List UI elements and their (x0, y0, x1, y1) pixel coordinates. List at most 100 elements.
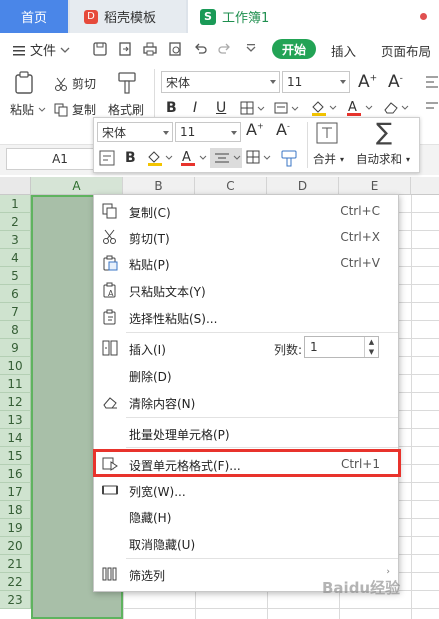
autosum-icon[interactable]: ∑ (376, 118, 392, 146)
row-header[interactable]: 20 (0, 537, 31, 555)
column-header-a[interactable]: A (31, 177, 123, 195)
menu-item-paste-special[interactable]: 选择性粘贴(S)... (94, 304, 398, 330)
border-icon[interactable] (240, 101, 266, 117)
svg-text:A: A (348, 100, 357, 115)
row-header[interactable]: 2 (0, 213, 31, 231)
menu-item-label: 清除内容(N) (129, 397, 196, 411)
print-icon[interactable] (143, 42, 157, 56)
copy-button[interactable]: 复制 (54, 101, 96, 118)
bold-button[interactable]: B (166, 100, 177, 116)
tab-workbook[interactable]: S 工作簿1 (188, 0, 439, 33)
caret-down-icon: ▾ (340, 154, 345, 164)
menu-item-column-width[interactable]: 列宽(W)... (94, 477, 398, 503)
row-header[interactable]: 3 (0, 231, 31, 249)
undo-icon[interactable] (193, 42, 207, 56)
row-header[interactable]: 16 (0, 465, 31, 483)
file-menu[interactable]: 文件 (12, 40, 70, 59)
merge-icon[interactable] (316, 122, 338, 144)
mini-border-icon[interactable] (246, 149, 274, 167)
mini-font-select[interactable]: 宋体 (97, 122, 173, 142)
export-icon[interactable] (118, 42, 132, 56)
column-count-stepper[interactable]: ▲ ▼ (364, 337, 378, 357)
cell-style-icon[interactable] (274, 101, 300, 117)
row-header[interactable]: 5 (0, 267, 31, 285)
row-header[interactable]: 12 (0, 393, 31, 411)
wrap-text-icon[interactable] (99, 150, 115, 166)
increase-font-icon[interactable]: A+ (246, 120, 264, 139)
row-header[interactable]: 10 (0, 357, 31, 375)
row-header[interactable]: 15 (0, 447, 31, 465)
fill-color-icon[interactable] (310, 99, 338, 117)
menu-item-paste[interactable]: 粘贴(P) Ctrl+V (94, 250, 398, 276)
tab-start[interactable]: 开始 (272, 39, 316, 59)
column-header-c[interactable]: C (195, 177, 267, 195)
row-header[interactable]: 1 (0, 195, 31, 213)
column-header-b[interactable]: B (123, 177, 195, 195)
underline-button[interactable]: U (216, 100, 226, 116)
mini-size-select[interactable]: 11 (175, 122, 241, 142)
select-all-corner[interactable] (0, 177, 31, 195)
menu-item-clear[interactable]: 清除内容(N) (94, 389, 398, 415)
menu-item-paste-text[interactable]: A 只粘贴文本(Y) (94, 277, 398, 303)
row-header[interactable]: 11 (0, 375, 31, 393)
menu-item-unhide[interactable]: 取消隐藏(U) (94, 530, 398, 556)
tab-page-layout[interactable]: 页面布局 (381, 41, 431, 60)
row-header[interactable]: 13 (0, 411, 31, 429)
menu-item-cut[interactable]: 剪切(T) Ctrl+X (94, 224, 398, 250)
row-header[interactable]: 7 (0, 303, 31, 321)
column-count-input[interactable]: 1 ▲ ▼ (304, 336, 379, 358)
font-family-value: 宋体 (166, 75, 191, 90)
format-painter-button[interactable]: 格式刷 (108, 101, 144, 118)
column-header-d[interactable]: D (267, 177, 339, 195)
row-header[interactable]: 21 (0, 555, 31, 573)
customize-icon[interactable] (244, 42, 258, 56)
decrease-font-icon[interactable]: A- (276, 120, 290, 139)
row-header[interactable]: 22 (0, 573, 31, 591)
merge-button[interactable]: 合并 ▾ (313, 151, 344, 167)
row-header[interactable]: 9 (0, 339, 31, 357)
mini-bold-button[interactable]: B (125, 150, 136, 166)
menu-item-hide[interactable]: 隐藏(H) (94, 503, 398, 529)
font-size-value: 11 (287, 75, 303, 89)
increase-font-icon[interactable]: A+ (358, 72, 377, 92)
menu-item-copy[interactable]: 复制(C) Ctrl+C (94, 198, 398, 224)
row-header[interactable]: 23 (0, 591, 31, 609)
row-header[interactable]: 6 (0, 285, 31, 303)
font-size-select[interactable]: 11 (282, 71, 350, 93)
row-header[interactable]: 8 (0, 321, 31, 339)
column-header-e[interactable]: E (339, 177, 411, 195)
column-header-f[interactable] (411, 177, 439, 195)
row-header[interactable]: 17 (0, 483, 31, 501)
paste-icon[interactable] (14, 71, 36, 95)
print-preview-icon[interactable] (168, 42, 182, 56)
tab-home[interactable]: 首页 (0, 0, 68, 33)
row-header[interactable]: 19 (0, 519, 31, 537)
tab-insert[interactable]: 插入 (331, 41, 356, 60)
format-painter-icon[interactable] (116, 71, 138, 95)
align-icon[interactable] (425, 75, 439, 115)
font-color-icon[interactable]: A (346, 99, 374, 117)
menu-item-batch[interactable]: 批量处理单元格(P) (94, 420, 398, 446)
row-header[interactable]: 14 (0, 429, 31, 447)
menu-item-delete[interactable]: 删除(D) (94, 362, 398, 388)
shortcut-label: Ctrl+V (340, 256, 380, 270)
decrease-font-icon[interactable]: A- (388, 72, 403, 92)
row-header[interactable]: 4 (0, 249, 31, 267)
paste-button[interactable]: 粘贴 (10, 101, 46, 118)
italic-button[interactable]: I (193, 100, 197, 116)
autosum-button[interactable]: 自动求和 ▾ (356, 151, 410, 167)
mini-format-painter-icon[interactable] (280, 149, 298, 167)
mini-fill-color-icon[interactable] (146, 149, 174, 167)
redo-icon[interactable] (218, 42, 232, 56)
font-family-select[interactable]: 宋体 (161, 71, 280, 93)
cut-button[interactable]: 剪切 (54, 75, 96, 92)
save-icon[interactable] (93, 42, 107, 56)
eraser-icon[interactable] (382, 99, 410, 117)
mini-align-center-icon[interactable] (210, 148, 242, 168)
caret-down-icon (163, 131, 169, 135)
mini-font-color-icon[interactable]: A (180, 149, 208, 167)
menu-item-label: 取消隐藏(U) (129, 538, 196, 552)
tab-templates[interactable]: D 稻壳模板 (70, 0, 186, 33)
row-header[interactable]: 18 (0, 501, 31, 519)
menu-item-label: 隐藏(H) (129, 511, 172, 525)
